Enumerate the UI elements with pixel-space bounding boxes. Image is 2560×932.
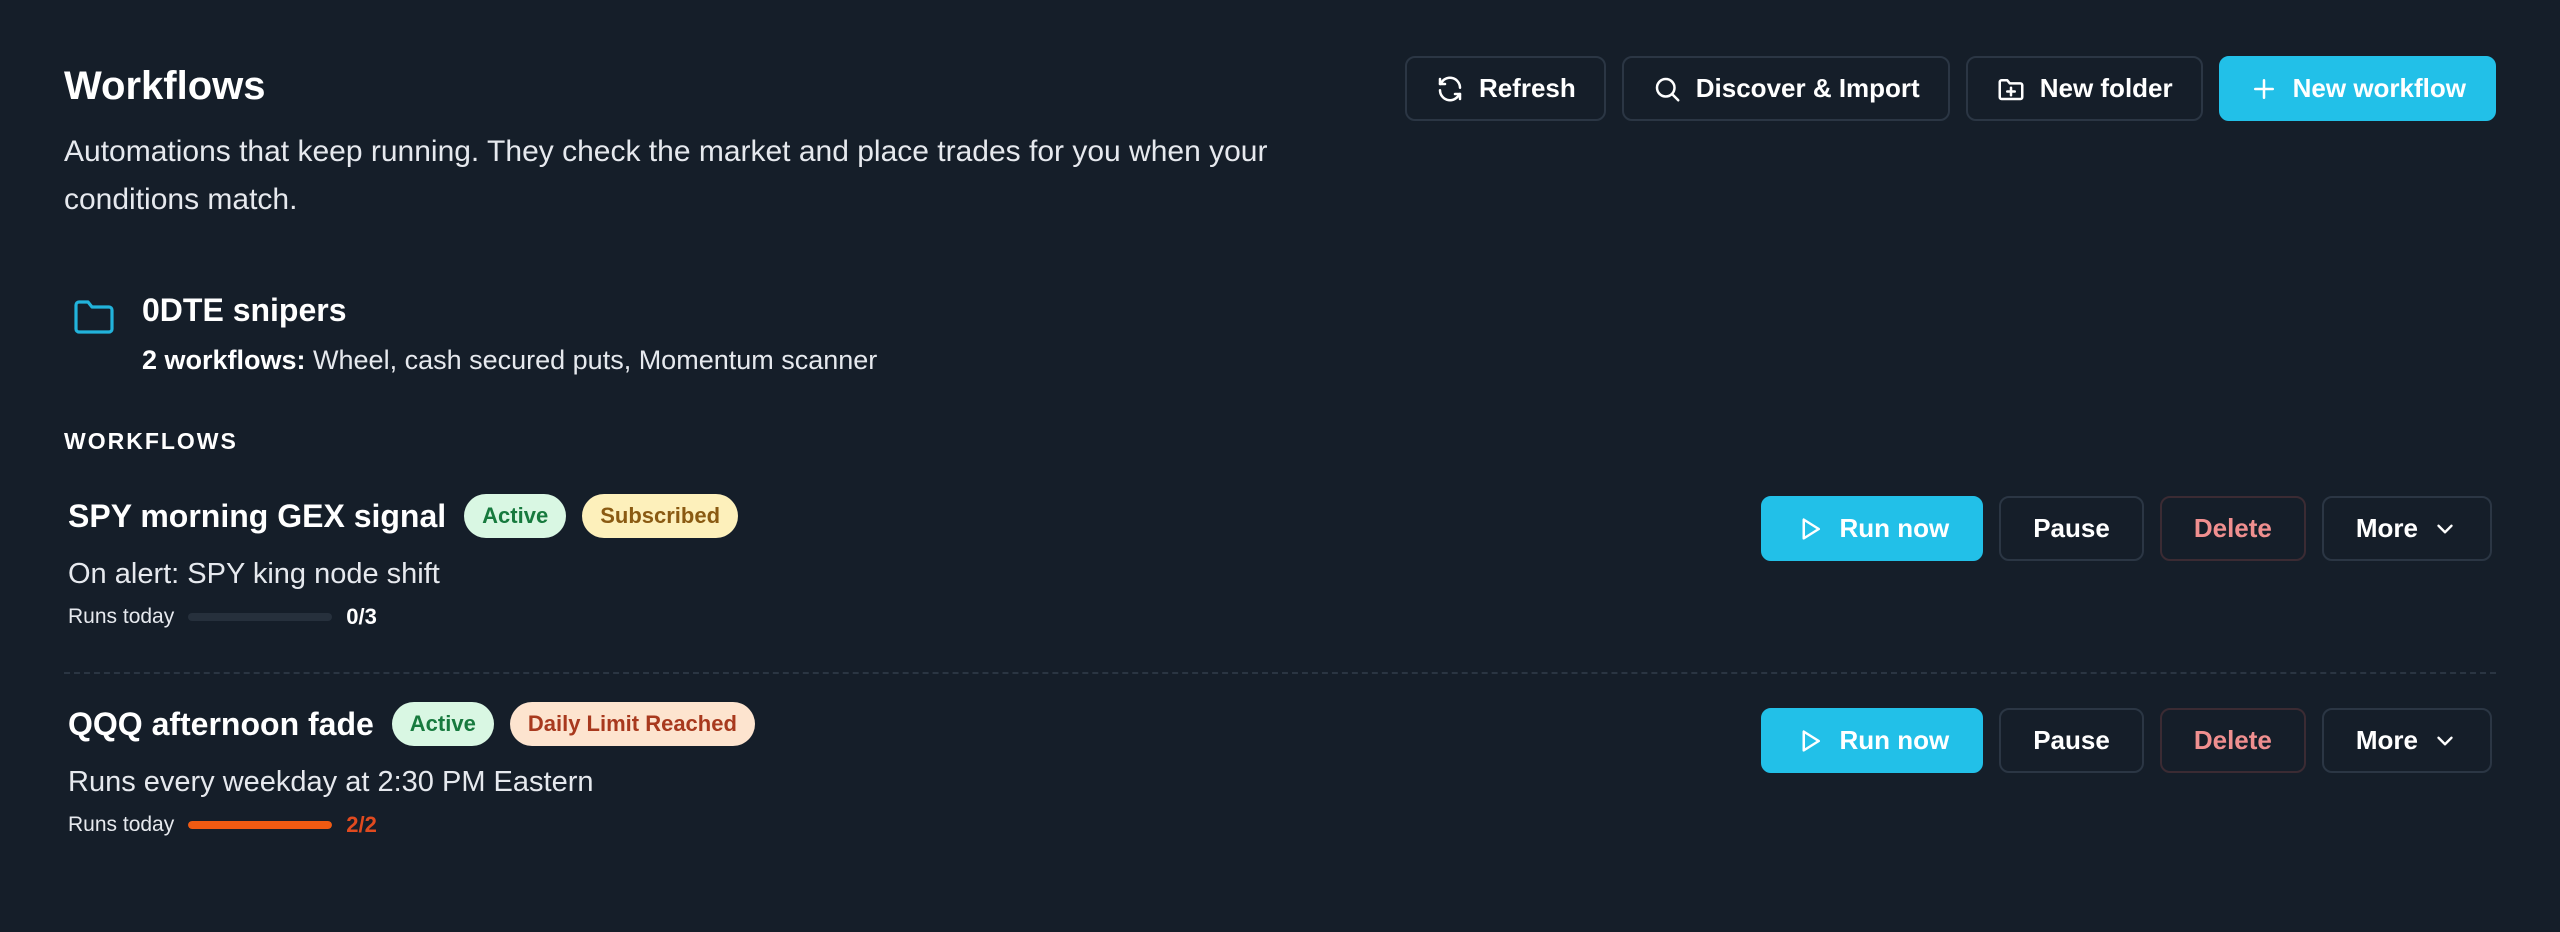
workflow-actions: Run now Pause Delete More: [1761, 496, 2492, 561]
page-subtitle: Automations that keep running. They chec…: [64, 135, 1268, 216]
run-now-button[interactable]: Run now: [1761, 496, 1984, 561]
daily-limit-badge: Daily Limit Reached: [509, 702, 755, 746]
workflow-name: SPY morning GEX signal: [68, 498, 447, 534]
page-title: Workflows: [64, 64, 266, 108]
run-now-label: Run now: [1839, 513, 1950, 543]
chevron-down-icon: [2437, 736, 2453, 745]
workflow-list: SPY morning GEX signal Active Subscribed…: [64, 480, 2496, 872]
toolbar: Refresh Discover & Import New folder New…: [1404, 56, 2496, 121]
new-folder-button-label: New folder: [2039, 73, 2173, 103]
refresh-icon: [1438, 76, 1462, 101]
discover-import-button-label: Discover & Import: [1695, 73, 1920, 103]
folder-text: 0DTE snipers 2 workflows: Wheel, cash se…: [142, 290, 877, 378]
runs-today: Runs today 2/2: [68, 812, 2496, 838]
new-workflow-button[interactable]: New workflow: [2218, 56, 2496, 121]
more-label: More: [2355, 513, 2418, 543]
workflow-row: QQQ afternoon fade Active Daily Limit Re…: [64, 672, 2496, 872]
folder-count: 2 workflows:: [142, 345, 306, 375]
folder-icon: [74, 300, 114, 334]
chevron-down-icon: [2437, 524, 2453, 533]
status-badge: Active: [464, 494, 567, 538]
delete-button[interactable]: Delete: [2159, 708, 2306, 773]
runs-progress-fill: [188, 821, 333, 829]
play-icon: [1802, 729, 1821, 752]
folder-items: Wheel, cash secured puts, Momentum scann…: [305, 345, 878, 375]
run-now-label: Run now: [1839, 725, 1950, 755]
delete-button[interactable]: Delete: [2159, 496, 2306, 561]
delete-label: Delete: [2193, 725, 2272, 755]
pause-button[interactable]: Pause: [1999, 708, 2144, 773]
runs-label: Runs today: [68, 813, 175, 836]
runs-progress-bar: [188, 613, 333, 621]
run-now-button[interactable]: Run now: [1761, 708, 1984, 773]
runs-label: Runs today: [68, 605, 175, 628]
discover-import-button[interactable]: Discover & Import: [1621, 56, 1950, 121]
status-badge: Active: [391, 702, 494, 746]
runs-count: 0/3: [346, 604, 377, 629]
delete-label: Delete: [2193, 513, 2272, 543]
plus-icon: [2253, 78, 2274, 99]
new-folder-button[interactable]: New folder: [1965, 56, 2203, 121]
folder-item[interactable]: 0DTE snipers 2 workflows: Wheel, cash se…: [64, 290, 877, 378]
pause-label: Pause: [2033, 725, 2110, 755]
workflow-row: SPY morning GEX signal Active Subscribed…: [64, 480, 2496, 672]
folder-name: 0DTE snipers: [142, 292, 347, 328]
refresh-button-label: Refresh: [1478, 73, 1576, 103]
runs-progress-bar: [188, 821, 333, 829]
workflow-actions: Run now Pause Delete More: [1761, 708, 2492, 773]
section-label: WORKFLOWS: [64, 428, 238, 454]
runs-today: Runs today 0/3: [68, 604, 2496, 630]
more-button[interactable]: More: [2321, 708, 2492, 773]
pause-label: Pause: [2033, 513, 2110, 543]
workflow-name: QQQ afternoon fade: [68, 706, 374, 742]
more-label: More: [2355, 725, 2418, 755]
refresh-button[interactable]: Refresh: [1404, 56, 1606, 121]
pause-button[interactable]: Pause: [1999, 496, 2144, 561]
folder-plus-icon: [1998, 78, 2024, 100]
folder-meta: 2 workflows: Wheel, cash secured puts, M…: [142, 342, 877, 378]
page-header: Workflows Automations that keep running.…: [64, 56, 1404, 224]
play-icon: [1802, 517, 1821, 540]
subscribed-badge: Subscribed: [582, 494, 739, 538]
runs-count: 2/2: [346, 812, 377, 837]
more-button[interactable]: More: [2321, 496, 2492, 561]
new-workflow-button-label: New workflow: [2292, 73, 2466, 103]
workflows-page: Workflows Automations that keep running.…: [0, 0, 2560, 932]
search-icon: [1655, 77, 1680, 101]
